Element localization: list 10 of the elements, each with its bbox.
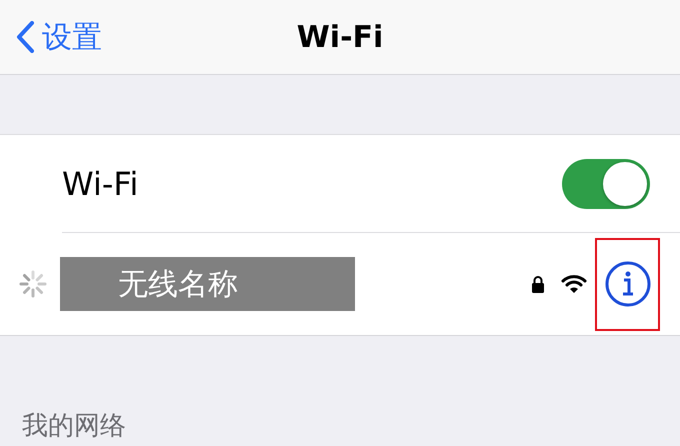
info-icon xyxy=(604,260,652,308)
page-title: Wi-Fi xyxy=(296,20,384,54)
info-button[interactable] xyxy=(604,260,652,308)
network-name[interactable]: 无线名称 xyxy=(60,257,355,311)
wifi-toggle[interactable] xyxy=(562,158,650,208)
wifi-signal-icon xyxy=(561,274,587,294)
section-header: 我的网络 xyxy=(21,410,127,443)
wifi-label: Wi-Fi xyxy=(62,164,140,202)
back-button[interactable]: 设置 xyxy=(16,16,102,58)
chevron-left-icon xyxy=(16,21,34,53)
